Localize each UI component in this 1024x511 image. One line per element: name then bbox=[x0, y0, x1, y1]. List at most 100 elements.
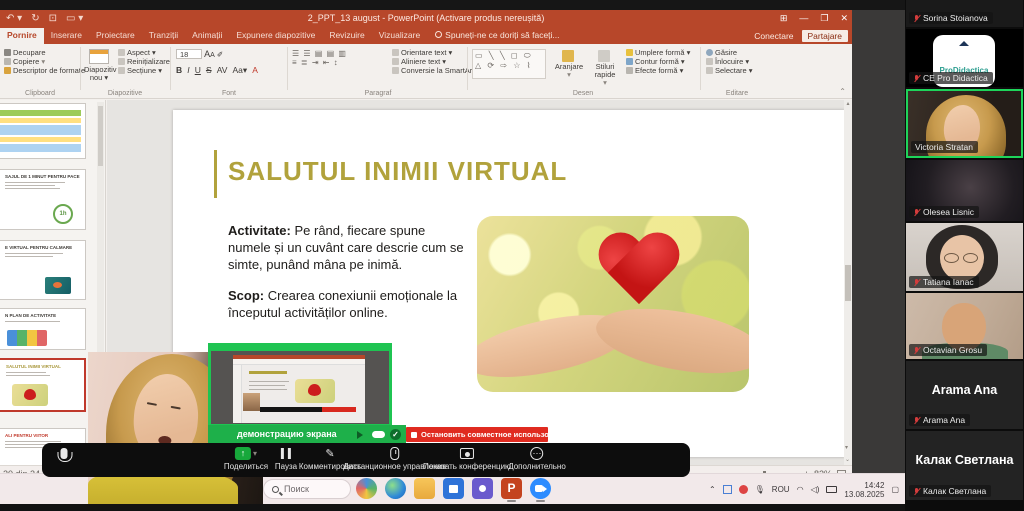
cut-button[interactable]: Decupare bbox=[4, 48, 85, 57]
shapes-gallery[interactable]: ▭ ╲ ╲ ◻ ⬭△ ⟳ ⇨ ☆ ⌇ bbox=[472, 49, 546, 79]
undo-icon[interactable]: ↶ ▾ bbox=[6, 12, 22, 26]
participant-tile-arama[interactable]: Arama Ana Arama Ana bbox=[906, 361, 1023, 429]
aquarium-image bbox=[45, 277, 71, 294]
reset-button[interactable]: Reinițializare bbox=[118, 57, 170, 66]
zoom-app-icon[interactable] bbox=[530, 478, 551, 499]
tab-proiectare[interactable]: Proiectare bbox=[89, 28, 142, 44]
smartart-icon bbox=[392, 67, 399, 74]
quick-styles-button[interactable]: Stiluri rapide▾ bbox=[588, 50, 622, 87]
tab-animatii[interactable]: Animații bbox=[185, 28, 229, 44]
collapse-ribbon-icon[interactable]: ⌃ bbox=[839, 87, 846, 96]
tab-expunere-diapozitive[interactable]: Expunere diapozitive bbox=[229, 28, 322, 44]
bold-button[interactable]: B bbox=[176, 66, 182, 75]
participant-tile-victoria-active-speaker[interactable]: Victoria Stratan bbox=[906, 89, 1023, 158]
restore-button[interactable]: ❐ bbox=[820, 12, 828, 25]
redo-icon[interactable]: ↻ bbox=[31, 12, 39, 26]
share-preview-window[interactable] bbox=[208, 343, 392, 427]
share-chevron-icon[interactable]: ▾ bbox=[253, 449, 257, 458]
share-button[interactable]: Partajare bbox=[802, 30, 849, 42]
new-slide-button[interactable]: Diapozitiv nou ▾ bbox=[84, 49, 114, 82]
notifications-icon[interactable]: ▢ bbox=[891, 485, 899, 494]
taskbar-search[interactable]: Поиск bbox=[263, 479, 351, 499]
cloud-icon[interactable] bbox=[372, 431, 385, 438]
share-screen-button[interactable]: ↑▾ Поделиться bbox=[224, 446, 268, 471]
character-spacing-icon[interactable]: AV bbox=[217, 66, 228, 75]
participant-tile-sorina[interactable]: Sorina Stoianova bbox=[906, 0, 1023, 27]
section-button[interactable]: Secțiune ▾ bbox=[118, 66, 170, 75]
volume-icon[interactable]: ◁) bbox=[811, 485, 820, 494]
slide-thumbnail-2[interactable]: SAJUL DE 1 MINUT PENTRU PACE 1h bbox=[0, 169, 86, 230]
slide-thumbnail-4[interactable]: N PLAN DE ACTIVITATE bbox=[0, 308, 86, 350]
pause-share-button[interactable]: Пауза bbox=[275, 446, 297, 471]
font-size-input[interactable]: 18 bbox=[176, 49, 202, 59]
participant-tile-ce-pro-didactica[interactable]: ProDidactica CE Pro Didactica bbox=[906, 29, 1023, 87]
battery-icon[interactable] bbox=[826, 486, 837, 493]
format-painter-button[interactable]: Descriptor de formate bbox=[4, 66, 85, 75]
share-audio-icon[interactable] bbox=[357, 431, 367, 439]
arrange-button[interactable]: Aranjare▾ bbox=[552, 50, 586, 79]
shape-fill-button[interactable]: Umplere formă ▾ bbox=[626, 48, 690, 57]
widgets-icon[interactable] bbox=[356, 478, 377, 499]
more-button[interactable]: ⋯ Дополнительно bbox=[508, 446, 566, 471]
minimize-button[interactable]: — bbox=[799, 12, 808, 25]
find-button[interactable]: Găsire bbox=[706, 48, 753, 57]
participant-tile-octavian[interactable]: Octavian Grosu bbox=[906, 293, 1023, 359]
recording-icon[interactable] bbox=[739, 485, 748, 494]
layout-button[interactable]: Aspect ▾ bbox=[118, 48, 170, 57]
shape-effects-button[interactable]: Efecte formă ▾ bbox=[626, 66, 690, 75]
tab-pornire[interactable]: Pornire bbox=[0, 28, 44, 44]
store-icon[interactable] bbox=[443, 478, 464, 499]
paragraph-icons[interactable]: ☰ ☰ ▤ ▤ ▥≡ ≣ ⇥ ⇤ ↕ bbox=[292, 49, 390, 67]
shape-outline-button[interactable]: Contur formă ▾ bbox=[626, 57, 690, 66]
heart-hands-image[interactable] bbox=[477, 216, 749, 392]
edge-browser-icon[interactable] bbox=[385, 478, 406, 499]
slide-thumbnail-5-selected[interactable]: SALUTUL INIMII VIRTUAL bbox=[0, 358, 86, 412]
shrink-font-icon[interactable]: A bbox=[210, 52, 215, 59]
customize-qat-icon[interactable]: ▭ ▾ bbox=[66, 12, 83, 26]
ribbon-options-icon[interactable]: ⊞ bbox=[780, 12, 788, 25]
italic-button[interactable]: I bbox=[187, 66, 189, 75]
select-button[interactable]: Selectare ▾ bbox=[706, 66, 753, 75]
clear-format-icon[interactable]: ✐ bbox=[217, 50, 223, 59]
copy-button[interactable]: Copiere ▾ bbox=[4, 57, 85, 66]
tab-vizualizare[interactable]: Vizualizare bbox=[372, 28, 427, 44]
wifi-icon[interactable]: ◠ bbox=[797, 485, 804, 494]
slide-title[interactable]: SALUTUL INIMII VIRTUAL bbox=[228, 156, 567, 187]
close-button[interactable]: ✕ bbox=[840, 12, 848, 25]
search-placeholder: Поиск bbox=[284, 484, 309, 494]
vertical-scrollbar-thumb[interactable] bbox=[845, 265, 851, 301]
tray-mic-icon[interactable]: 🎙 bbox=[755, 485, 765, 494]
stop-share-button[interactable]: Остановить совместное использование bbox=[406, 427, 548, 442]
editing-group-label: Editare bbox=[702, 90, 772, 97]
powerpoint-taskbar-icon[interactable]: P bbox=[501, 478, 522, 499]
participant-tile-tatiana[interactable]: Tatiana Ianac bbox=[906, 223, 1023, 291]
slide-thumbnail-1[interactable] bbox=[0, 103, 86, 159]
participant-tile-olesea[interactable]: Olesea Lisnic bbox=[906, 160, 1023, 221]
muted-mic-icon bbox=[913, 416, 920, 425]
thumbnails-scrollbar-thumb[interactable] bbox=[98, 106, 103, 166]
change-case-icon[interactable]: Aa▾ bbox=[233, 66, 248, 75]
strikethrough-button[interactable]: S bbox=[206, 66, 212, 75]
slide-body-text[interactable]: Activitate: Pe rând, fiecare spune numel… bbox=[228, 222, 470, 335]
replace-button[interactable]: Înlocuire ▾ bbox=[706, 57, 753, 66]
sign-in-link[interactable]: Conectare bbox=[754, 31, 793, 41]
tab-tranzitii[interactable]: Tranziții bbox=[142, 28, 185, 44]
tab-inserare[interactable]: Inserare bbox=[44, 28, 89, 44]
clock[interactable]: 14:42 13.08.2025 bbox=[844, 481, 884, 499]
tab-revizuire[interactable]: Revizuire bbox=[322, 28, 371, 44]
file-explorer-icon[interactable] bbox=[414, 478, 435, 499]
slide-thumbnail-3[interactable]: E VIRTUAL PENTRU CALMARE bbox=[0, 240, 86, 300]
teams-icon[interactable] bbox=[472, 478, 493, 499]
ellipsis-icon: ⋯ bbox=[530, 447, 543, 460]
font-color-icon[interactable]: A bbox=[252, 66, 258, 75]
onedrive-icon[interactable] bbox=[723, 485, 732, 494]
tell-me-box[interactable]: Spuneți-ne ce doriți să faceți... bbox=[427, 28, 567, 44]
language-indicator[interactable]: ROU bbox=[772, 485, 790, 494]
copy-icon bbox=[4, 58, 11, 65]
mute-button[interactable] bbox=[61, 446, 68, 462]
tray-chevron-icon[interactable]: ⌃ bbox=[709, 485, 716, 494]
start-slideshow-icon[interactable]: ⊡ bbox=[49, 12, 57, 26]
participant-tile-kalak[interactable]: Калак Светлана Калак Светлана bbox=[906, 431, 1023, 500]
underline-button[interactable]: U bbox=[195, 66, 201, 75]
show-conference-button[interactable]: Показать конференцию bbox=[423, 446, 511, 471]
